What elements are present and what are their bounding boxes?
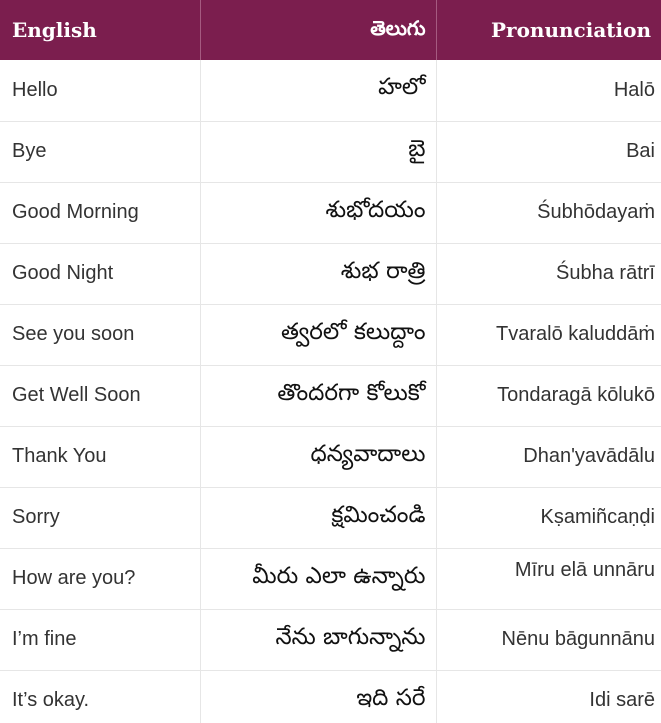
table-header-row: English తెలుగు Pronunciation [0, 0, 661, 60]
table-row: Thank You ధన్యవాదాలు Dhan'yavādālu [0, 426, 661, 487]
table-row: Get Well Soon తొందరగా కోలుకో Tondaragā k… [0, 365, 661, 426]
table-row: I’m fine నేను బాగున్నాను Nēnu bāgunnānu [0, 609, 661, 670]
english-cell: Sorry [0, 487, 201, 548]
telugu-cell: హలో [200, 60, 437, 121]
table-row: See you soon త్వరలో కలుద్దాం Tvaralō kal… [0, 304, 661, 365]
pronunciation-cell: Mīru elā unnāru [514, 558, 655, 581]
pronunciation-cell: Śubhōdayaṁ [537, 201, 655, 223]
english-cell: Good Morning [0, 182, 201, 243]
table-row: Hello హలో Halō [0, 60, 661, 121]
pronunciation-cell: Kṣamiñcaṇḍi [540, 506, 655, 528]
telugu-cell: త్వరలో కలుద్దాం [200, 304, 437, 365]
telugu-cell: తొందరగా కోలుకో [200, 365, 437, 426]
english-cell: It’s okay. [0, 670, 201, 723]
table-row: How are you? మీరు ఎలా ఉన్నారు Mīru elā u… [0, 548, 661, 609]
english-cell: Get Well Soon [0, 365, 201, 426]
table-row: Good Morning శుభోదయం Śubhōdayaṁ [0, 182, 661, 243]
english-cell: I’m fine [0, 609, 201, 670]
pronunciation-cell: Nēnu bāgunnānu [501, 628, 655, 650]
telugu-cell: మీరు ఎలా ఉన్నారు [200, 548, 437, 609]
telugu-cell: నేను బాగున్నాను [200, 609, 437, 670]
english-cell: Thank You [0, 426, 201, 487]
telugu-cell: శుభ రాత్రి [200, 243, 437, 304]
english-cell: Bye [0, 121, 201, 182]
column-header-english: English [0, 0, 201, 60]
telugu-cell: శుభోదయం [200, 182, 437, 243]
table-row: Sorry క్షమించండి Kṣamiñcaṇḍi [0, 487, 661, 548]
english-cell: See you soon [0, 304, 201, 365]
pronunciation-cell: Dhan'yavādālu [523, 445, 655, 467]
phrase-table: English తెలుగు Pronunciation Hello హలో H… [0, 0, 661, 723]
column-header-telugu: తెలుగు [200, 0, 437, 60]
table-row: Good Night శుభ రాత్రి Śubha rātrī [0, 243, 661, 304]
column-header-pronunciation: Pronunciation [491, 18, 651, 42]
telugu-cell: ధన్యవాదాలు [200, 426, 437, 487]
pronunciation-cell: Bai [626, 140, 655, 162]
english-cell: Hello [0, 60, 201, 121]
telugu-cell: క్షమించండి [200, 487, 437, 548]
table-row: It’s okay. ఇది సరే Idi sarē [0, 670, 661, 723]
telugu-cell: బై [200, 121, 437, 182]
pronunciation-cell: Tondaragā kōlukō [497, 384, 655, 406]
pronunciation-cell: Śubha rātrī [556, 262, 655, 284]
pronunciation-cell: Halō [613, 78, 655, 101]
telugu-cell: ఇది సరే [200, 670, 437, 723]
table-row: Bye బై Bai [0, 121, 661, 182]
english-cell: Good Night [0, 243, 201, 304]
pronunciation-cell: Idi sarē [589, 689, 655, 711]
english-cell: How are you? [0, 548, 201, 609]
pronunciation-cell: Tvaralō kaluddāṁ [496, 323, 655, 345]
